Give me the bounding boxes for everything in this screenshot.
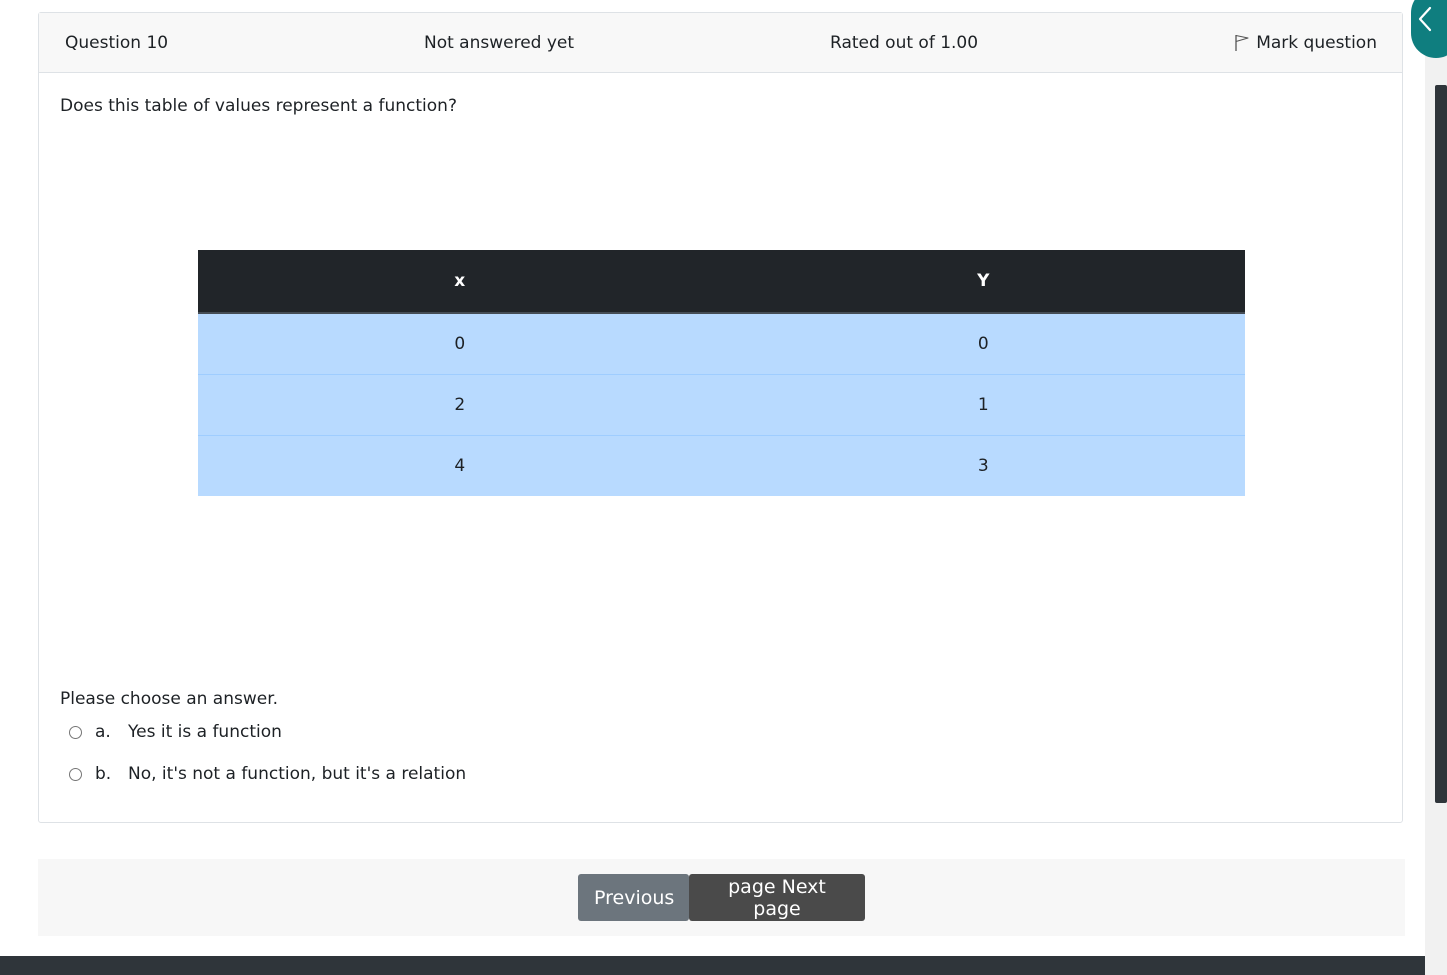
answer-a-radio[interactable] <box>69 725 82 739</box>
drawer-toggle-button[interactable] <box>1411 0 1447 58</box>
column-header-y: Y <box>721 250 1245 314</box>
flag-icon <box>1235 34 1249 51</box>
choose-answer-label: Please choose an answer. <box>60 689 279 709</box>
answer-a-letter: a. <box>95 722 111 742</box>
question-grade: Rated out of 1.00 <box>830 33 979 53</box>
answer-option-b[interactable]: b. No, it's not a function, but it's a r… <box>69 763 466 785</box>
question-number: Question 10 <box>65 33 169 53</box>
table-cell: 2 <box>198 374 722 436</box>
scrollbar-thumb[interactable] <box>1435 85 1447 803</box>
answer-b-radio[interactable] <box>69 767 82 781</box>
question-prompt: Does this table of values represent a fu… <box>60 96 457 116</box>
table-cell: 3 <box>721 435 1245 496</box>
question-info-header: Question 10 Not answered yet Rated out o… <box>39 13 1402 73</box>
answer-b-letter: b. <box>95 764 112 784</box>
answer-option-a[interactable]: a. Yes it is a function <box>69 721 282 743</box>
table-cell: 0 <box>198 313 722 375</box>
mark-question-button[interactable]: Mark question <box>1234 32 1377 54</box>
question-state: Not answered yet <box>424 33 575 53</box>
previous-page-button[interactable]: Previous <box>578 874 689 921</box>
answer-b-text: No, it's not a function, but it's a rela… <box>128 764 467 784</box>
answer-a-text: Yes it is a function <box>128 722 282 742</box>
column-header-x: x <box>198 250 722 314</box>
chevron-left-icon <box>1418 6 1432 32</box>
mark-question-label: Mark question <box>1256 33 1377 53</box>
table-cell: 0 <box>721 313 1245 375</box>
table-row: 2 1 <box>198 374 1245 436</box>
page-footer <box>0 956 1425 975</box>
table-row: 0 0 <box>198 313 1245 375</box>
table-cell: 4 <box>198 435 722 496</box>
quiz-navigation-bar: Previous page Next page <box>38 859 1405 936</box>
values-table: x Y 0 0 2 1 4 3 <box>198 250 1245 496</box>
next-page-button[interactable]: page Next page <box>689 874 865 921</box>
table-cell: 1 <box>721 374 1245 436</box>
table-header-row: x Y <box>198 250 1245 314</box>
table-row: 4 3 <box>198 435 1245 496</box>
question-card: Question 10 Not answered yet Rated out o… <box>38 12 1403 823</box>
